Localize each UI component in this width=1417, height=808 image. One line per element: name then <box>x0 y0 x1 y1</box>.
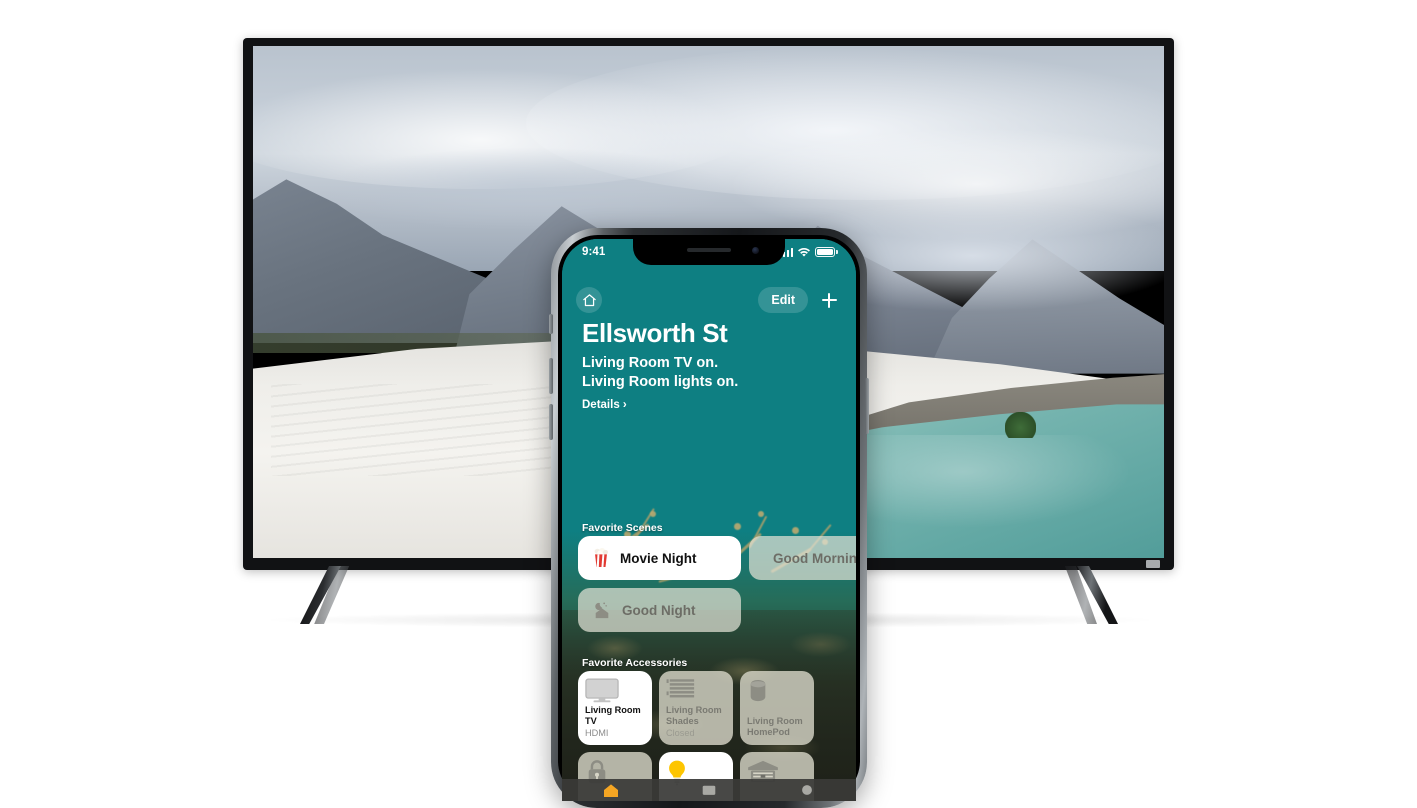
leaf <box>734 523 741 530</box>
phone-frame-inner: 9:41 Edit Ellsworth St Living Room TV on… <box>558 235 860 801</box>
cloud-shape <box>325 148 727 231</box>
status-time: 9:41 <box>582 246 606 258</box>
section-label-accessories: Favorite Accessories <box>582 657 688 669</box>
accessory-name: Living Room Shades <box>666 705 722 727</box>
scene-row-1: Movie Night Good Mornin <box>578 536 856 580</box>
section-label-scenes: Favorite Scenes <box>582 522 663 534</box>
accessory-name: Living Room HomePod <box>747 716 803 738</box>
accessory-status: Closed <box>666 728 695 739</box>
scene-tile-good-morning[interactable]: Good Morning <box>749 536 856 580</box>
status-line-1: Living Room TV on. <box>582 354 719 371</box>
leaf <box>650 511 656 517</box>
iphone-device: 9:41 Edit Ellsworth St Living Room TV on… <box>549 228 869 808</box>
scene-name: Movie Night <box>620 550 697 566</box>
home-tab-icon[interactable] <box>602 783 620 797</box>
shrub <box>1004 412 1036 438</box>
accessory-text: Living Room Shades Closed <box>666 705 726 739</box>
volume-down-button[interactable] <box>549 404 553 440</box>
scene-tile-good-night[interactable]: Good Night <box>578 588 741 632</box>
home-icon[interactable] <box>576 287 602 313</box>
moon-house-icon <box>595 602 609 619</box>
tv-icon <box>585 678 645 704</box>
blinds-icon <box>666 678 726 704</box>
accessory-tile-living-room-shades[interactable]: Living Room Shades Closed <box>659 671 733 745</box>
app-nav-bar: Edit <box>562 285 856 315</box>
app-tab-bar <box>562 779 856 801</box>
silent-switch[interactable] <box>549 314 553 334</box>
battery-full-icon <box>815 247 838 257</box>
scene-name: Good Morning <box>773 550 856 566</box>
home-header: Ellsworth St Living Room TV on. Living R… <box>562 319 856 413</box>
accessory-text: Living Room HomePod <box>747 716 807 739</box>
page-title: Ellsworth St <box>582 318 728 348</box>
volume-up-button[interactable] <box>549 358 553 394</box>
notch <box>633 239 785 265</box>
tv-brand-logo <box>1146 560 1160 568</box>
nav-right-group: Edit <box>758 287 842 313</box>
accessory-tile-living-room-homepod[interactable]: Living Room HomePod <box>740 671 814 745</box>
earpiece-speaker-icon <box>687 248 731 252</box>
automation-tab-icon[interactable] <box>798 783 816 797</box>
plus-icon[interactable] <box>816 287 842 313</box>
power-button[interactable] <box>865 378 869 434</box>
home-glyph <box>582 293 596 306</box>
details-link[interactable]: Details › <box>582 399 627 411</box>
scene-root: 9:41 Edit Ellsworth St Living Room TV on… <box>0 0 1417 808</box>
edit-button[interactable]: Edit <box>758 287 808 313</box>
scene-tile-movie-night[interactable]: Movie Night <box>578 536 741 580</box>
scene-row-2: Good Night <box>578 588 741 632</box>
accessory-status: HDMI <box>585 728 609 739</box>
accessory-text: Living Room TV HDMI <box>585 705 645 739</box>
status-line-2: Living Room lights on. <box>582 374 739 391</box>
accessory-name: Living Room TV <box>585 705 641 727</box>
scene-name: Good Night <box>622 602 696 618</box>
water-sheen <box>854 435 1128 528</box>
leaf <box>792 527 799 534</box>
front-camera-icon <box>752 247 759 254</box>
popcorn-icon <box>594 548 609 567</box>
homepod-icon <box>747 678 807 704</box>
leaf <box>758 511 764 517</box>
accessory-tile-living-room-tv[interactable]: Living Room TV HDMI <box>578 671 652 745</box>
wifi-icon <box>798 247 811 257</box>
status-icons <box>778 247 840 258</box>
phone-screen: 9:41 Edit Ellsworth St Living Room TV on… <box>562 239 856 801</box>
rooms-tab-icon[interactable] <box>700 783 718 797</box>
